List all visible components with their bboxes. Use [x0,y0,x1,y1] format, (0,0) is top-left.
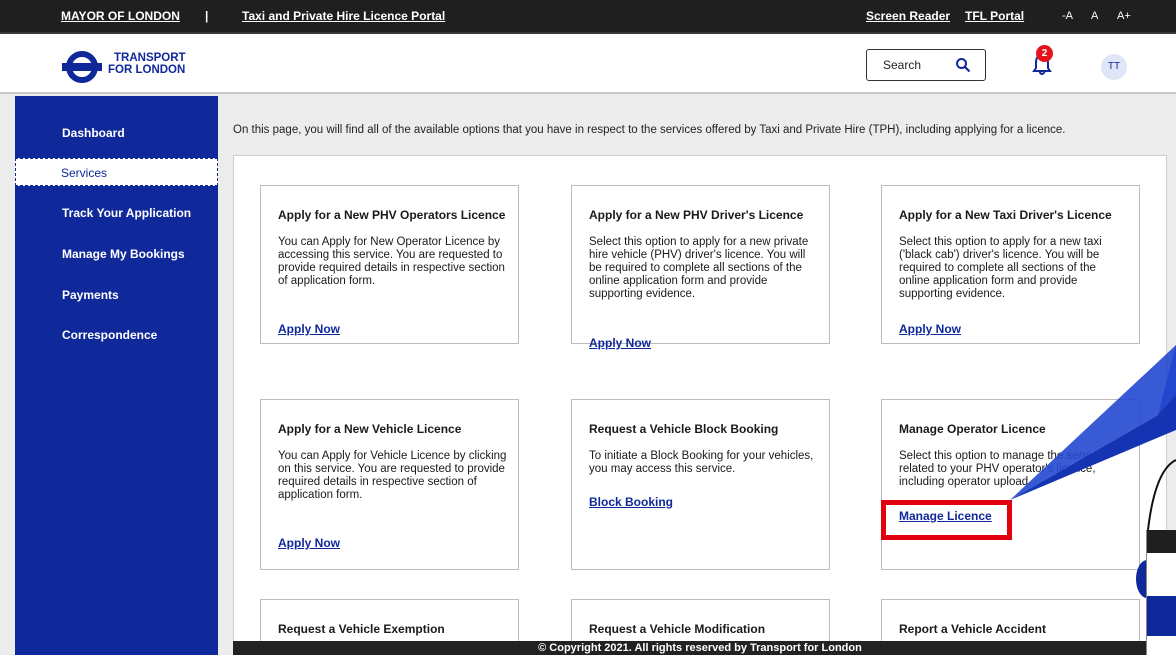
card-title: Request a Vehicle Modification [589,622,766,636]
card-title: Report a Vehicle Accident [899,622,1046,636]
search-icon[interactable] [955,57,971,73]
popup-preview-header [1147,530,1176,553]
service-card-block-booking: Request a Vehicle Block Booking To initi… [571,399,830,570]
user-avatar[interactable]: TT [1101,54,1127,80]
service-card-vehicle-licence: Apply for a New Vehicle Licence You can … [260,399,519,570]
card-title: Apply for a New Vehicle Licence [278,422,462,436]
card-title: Request a Vehicle Block Booking [589,422,779,436]
notification-count-badge: 2 [1036,45,1053,62]
font-reset-button[interactable]: A [1091,10,1098,22]
sidebar-item-services[interactable]: Services [15,158,218,186]
sidebar-item-dashboard[interactable]: Dashboard [15,119,218,147]
sidebar-item-label: Track Your Application [62,206,192,220]
card-description: To initiate a Block Booking for your veh… [589,450,814,475]
mayor-of-london-link[interactable]: MAYOR OF LONDON [61,9,180,23]
topbar-separator: | [205,9,209,23]
footer-copyright: © Copyright 2021. All rights reserved by… [233,641,1167,655]
service-card-taxi-driver: Apply for a New Taxi Driver's Licence Se… [881,185,1140,344]
sidebar-item-label: Services [61,166,108,180]
apply-now-link[interactable]: Apply Now [899,322,961,336]
service-card-phv-operator: Apply for a New PHV Operators Licence Yo… [260,185,519,344]
service-card-phv-driver: Apply for a New PHV Driver's Licence Sel… [571,185,830,350]
card-description: Select this option to apply for a new ta… [899,236,1102,300]
logo-text: TRANSPORT FOR LONDON [108,52,186,76]
card-title: Request a Vehicle Exemption [278,622,445,636]
sidebar-item-label: Manage My Bookings [62,247,185,261]
portal-title-link[interactable]: Taxi and Private Hire Licence Portal [242,9,445,23]
card-title: Manage Operator Licence [899,422,1046,436]
font-decrease-button[interactable]: -A [1062,10,1073,22]
services-panel: Apply for a New PHV Operators Licence Yo… [233,155,1167,655]
sidebar-item-correspondence[interactable]: Correspondence [15,321,218,349]
service-card-manage-operator: Manage Operator Licence Select this opti… [881,399,1140,570]
card-description: Select this option to apply for a new pr… [589,236,809,300]
search-box[interactable]: Search [866,49,986,81]
sidebar-item-label: Payments [62,288,119,302]
search-input[interactable]: Search [883,58,921,72]
page-intro-text: On this page, you will find all of the a… [233,124,1066,136]
card-description: You can Apply for Vehicle Licence by cli… [278,450,507,501]
apply-now-link[interactable]: Apply Now [278,536,340,550]
card-title: Apply for a New PHV Operators Licence [278,208,506,222]
sidebar-item-manage-bookings[interactable]: Manage My Bookings [15,240,218,268]
card-description: You can Apply for New Operator Licence b… [278,236,505,287]
screen-reader-link[interactable]: Screen Reader [866,9,950,23]
card-title: Apply for a New PHV Driver's Licence [589,208,804,222]
popup-preview-band [1147,596,1176,636]
sidebar-item-track-application[interactable]: Track Your Application [15,199,218,227]
block-booking-link[interactable]: Block Booking [589,495,673,509]
sidebar-item-label: Dashboard [62,126,125,140]
card-title: Apply for a New Taxi Driver's Licence [899,208,1112,222]
sidebar-item-payments[interactable]: Payments [15,281,218,309]
tfl-portal-link[interactable]: TFL Portal [965,9,1024,23]
highlight-box [881,500,1012,540]
apply-now-link[interactable]: Apply Now [278,322,340,336]
sidebar-item-label: Correspondence [62,328,158,342]
site-header: TRANSPORT FOR LONDON Search 2 TT [0,34,1176,94]
card-description: Select this option to manage the service… [899,450,1109,488]
top-utility-bar: MAYOR OF LONDON | Taxi and Private Hire … [0,0,1176,34]
font-increase-button[interactable]: A+ [1117,10,1131,22]
sidebar-nav: Dashboard Services Track Your Applicatio… [15,96,218,655]
apply-now-link[interactable]: Apply Now [589,336,651,350]
